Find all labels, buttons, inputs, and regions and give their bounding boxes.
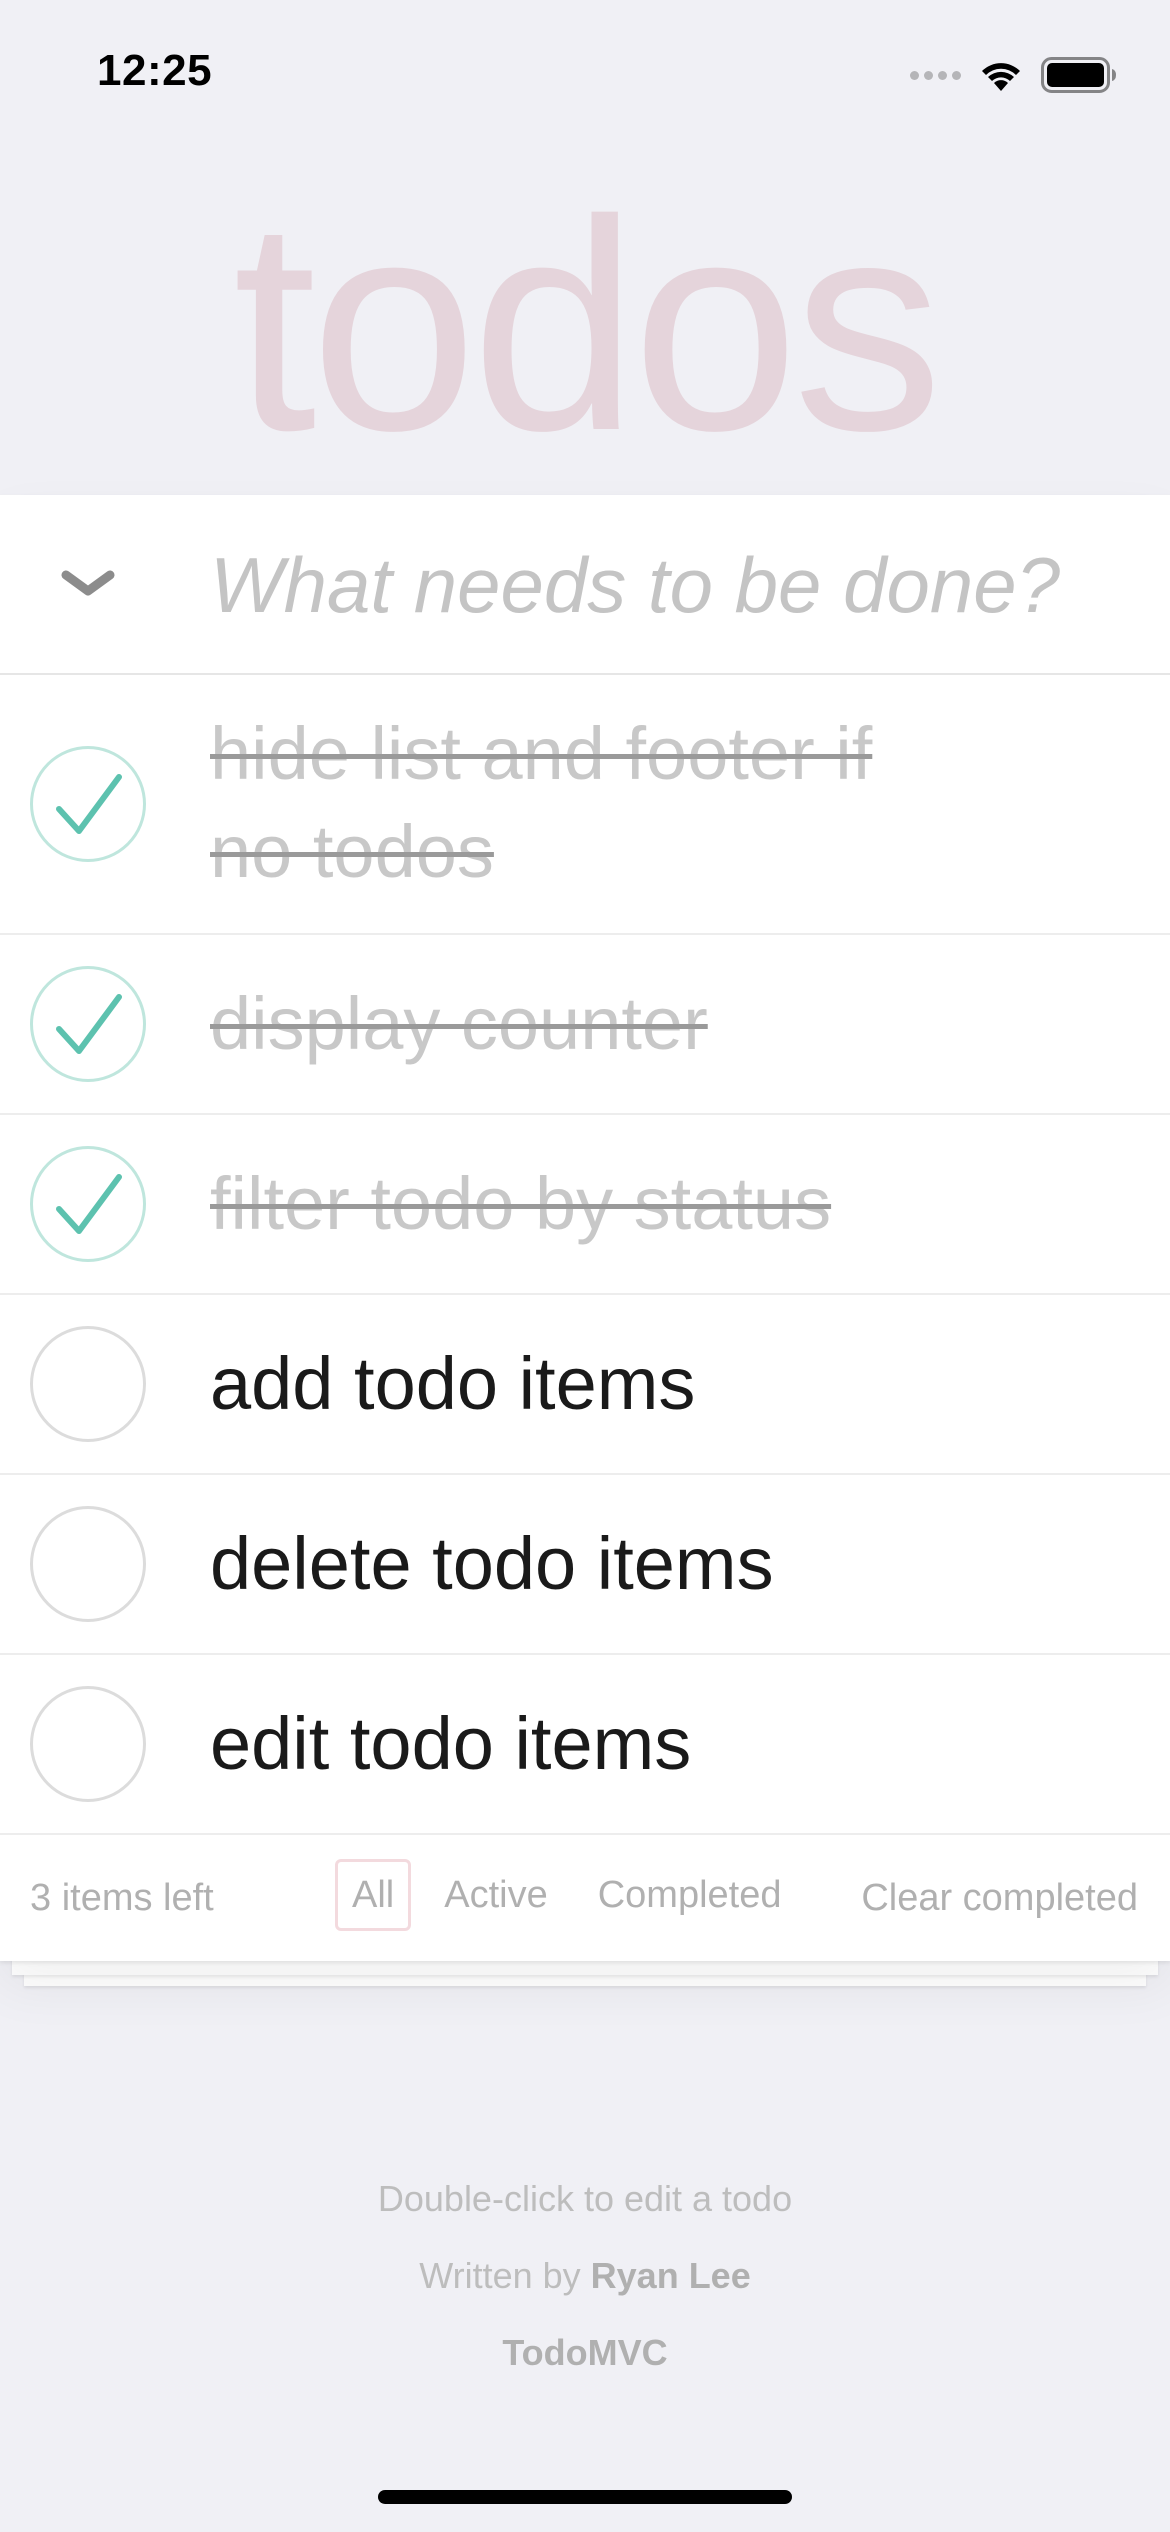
- todo-label[interactable]: display counter: [210, 975, 1130, 1073]
- filter-all[interactable]: All: [335, 1859, 412, 1931]
- checkmark-icon: [56, 774, 122, 834]
- filter-links: All Active Completed: [335, 1859, 798, 1931]
- todo-item[interactable]: delete todo items: [0, 1475, 1170, 1655]
- todo-label[interactable]: add todo items: [210, 1335, 1130, 1433]
- author-link[interactable]: Ryan Lee: [591, 2255, 751, 2296]
- wifi-icon: [979, 58, 1023, 92]
- todo-app: hide list and footer if no todos display…: [0, 495, 1170, 1961]
- written-by-prefix: Written by: [419, 2255, 581, 2296]
- todo-toggle-checkbox[interactable]: [30, 966, 146, 1082]
- todo-toggle-checkbox[interactable]: [30, 1506, 146, 1622]
- todo-label[interactable]: filter todo by status: [210, 1155, 1130, 1253]
- status-time: 12:25: [97, 46, 213, 95]
- new-todo-row: [0, 495, 1170, 675]
- new-todo-input[interactable]: [210, 535, 1130, 635]
- filter-active[interactable]: Active: [427, 1859, 564, 1931]
- checkmark-icon: [56, 994, 122, 1054]
- todo-toggle-checkbox[interactable]: [30, 746, 146, 862]
- battery-icon: [1041, 57, 1117, 93]
- filter-completed[interactable]: Completed: [581, 1859, 799, 1931]
- clear-completed-button[interactable]: Clear completed: [861, 1877, 1138, 1920]
- todo-toggle-checkbox[interactable]: [30, 1686, 146, 1802]
- todo-label[interactable]: delete todo items: [210, 1515, 1130, 1613]
- app-title: todos: [233, 157, 943, 493]
- todo-item[interactable]: hide list and footer if no todos: [0, 675, 1170, 935]
- chevron-down-icon: [61, 570, 115, 596]
- todo-toggle-checkbox[interactable]: [30, 1326, 146, 1442]
- todo-item[interactable]: display counter: [0, 935, 1170, 1115]
- items-left-counter: 3 items left: [30, 1877, 214, 1919]
- home-indicator[interactable]: [378, 2490, 792, 2504]
- signal-icon: [910, 70, 961, 80]
- edit-hint: Double-click to edit a todo: [377, 2178, 793, 2219]
- status-bar: 12:25: [0, 0, 1170, 140]
- todo-item[interactable]: add todo items: [0, 1295, 1170, 1475]
- info-footer: Double-click to edit a todo Written by R…: [0, 2160, 1170, 2391]
- todo-label[interactable]: hide list and footer if no todos: [210, 705, 930, 901]
- list-footer: 3 items left All Active Completed Clear …: [0, 1835, 1170, 1961]
- checkmark-icon: [56, 1174, 122, 1234]
- credits: Written by Ryan Lee: [0, 2237, 1170, 2314]
- todo-item[interactable]: edit todo items: [0, 1655, 1170, 1835]
- todo-label[interactable]: edit todo items: [210, 1695, 1130, 1793]
- todo-item[interactable]: filter todo by status: [0, 1115, 1170, 1295]
- todo-toggle-checkbox[interactable]: [30, 1146, 146, 1262]
- status-icons: [910, 50, 1117, 100]
- todo-list: hide list and footer if no todos display…: [0, 675, 1170, 1835]
- toggle-all-button[interactable]: [60, 563, 116, 603]
- todomvc-link[interactable]: TodoMVC: [502, 2332, 667, 2373]
